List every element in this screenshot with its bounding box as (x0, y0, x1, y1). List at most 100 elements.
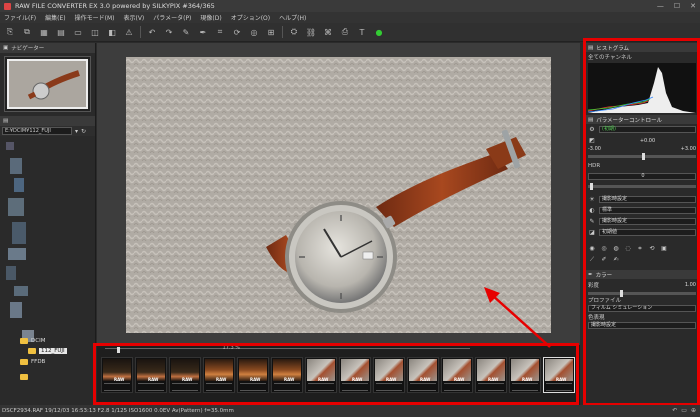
filmstrip-zoom-slider[interactable] (105, 348, 470, 349)
menu-view[interactable]: 表示(V) (123, 13, 144, 22)
minimize-icon[interactable]: — (657, 2, 664, 10)
saturation-slider[interactable] (588, 289, 696, 297)
menu-parameter[interactable]: パラメータ(P) (153, 13, 191, 22)
rotate-tool-icon[interactable]: ⟲ (648, 245, 656, 253)
navigator-preview[interactable] (4, 56, 91, 112)
slider-knob[interactable] (642, 152, 645, 160)
exposure-value[interactable]: +0.00 (599, 138, 696, 144)
wb-dropdown[interactable]: 撮影時設定 (599, 196, 696, 203)
contrast-icon: ◐ (589, 207, 595, 214)
slider-knob[interactable] (590, 182, 594, 190)
menu-develop[interactable]: 現像(D) (200, 13, 221, 22)
batch-icon[interactable]: ⛭ (288, 26, 300, 38)
status-zoom-icon[interactable]: ⊕ (691, 407, 696, 414)
confirm-icon[interactable]: ● (373, 26, 385, 38)
thumbnail[interactable]: RAW (509, 357, 541, 393)
sharpness-dropdown[interactable]: 撮影時設定 (599, 218, 696, 225)
tree-item-112-fuji[interactable]: 112_FUJI (28, 348, 67, 354)
thumbnail[interactable]: RAW (271, 357, 303, 393)
filmstrip-view-icon[interactable]: ▤ (55, 26, 67, 38)
color-header[interactable]: ✒ カラー (584, 270, 700, 279)
exposure-slider[interactable] (588, 152, 696, 160)
thumbnail[interactable]: RAW (373, 357, 405, 393)
thumbnail[interactable]: RAW (543, 357, 575, 393)
distortion-icon[interactable]: ▣ (660, 245, 668, 253)
undo-icon[interactable]: ↶ (146, 26, 158, 38)
preset-dropdown[interactable]: (初期) (599, 126, 696, 133)
redo-icon[interactable]: ↷ (163, 26, 175, 38)
compare-view-icon[interactable]: ◫ (89, 26, 101, 38)
thumbnail[interactable]: RAW (407, 357, 439, 393)
hdr-value[interactable]: 0 (588, 173, 696, 180)
thumbnail[interactable]: RAW (101, 357, 133, 393)
link-icon[interactable]: ⛓ (305, 26, 317, 38)
profile-dropdown[interactable]: フィルム シミュレーション (588, 305, 696, 312)
develop-icon[interactable]: ⌘ (322, 26, 334, 38)
menu-mode[interactable]: 操作モード(M) (75, 13, 115, 22)
dropdown-icon[interactable]: ▾ (75, 128, 78, 135)
single-view-icon[interactable]: ▭ (72, 26, 84, 38)
navigator-header[interactable]: ▣ ナビゲーター (0, 43, 95, 53)
tone-dropdown[interactable]: 標準 (599, 207, 696, 214)
raw-badge: RAW (454, 377, 465, 382)
status-fit-icon[interactable]: ▭ (681, 407, 687, 414)
crop-icon[interactable]: ⌗ (214, 26, 226, 38)
highlight-icon[interactable]: ◌ (624, 245, 632, 253)
spot-icon[interactable]: ◎ (248, 26, 260, 38)
tree-item-dcim[interactable]: DCIM (20, 338, 45, 344)
grid-view-icon[interactable]: ▦ (38, 26, 50, 38)
thumbnail[interactable]: RAW (441, 357, 473, 393)
open-icon[interactable]: ⎘ (4, 26, 16, 38)
left-panel: ▣ ナビゲーター ▤ E:¥DCIM¥112_FUJI ▾ ↻ DCIM 112… (0, 43, 96, 405)
close-icon[interactable]: ✕ (690, 2, 696, 10)
rotate-icon[interactable]: ⟳ (231, 26, 243, 38)
refresh-icon[interactable]: ↻ (81, 128, 86, 135)
status-undo-icon[interactable]: ↶ (672, 407, 677, 414)
wb-row: ☀ 撮影時設定 (584, 194, 700, 205)
warning-icon[interactable]: ⚠ (123, 26, 135, 38)
thumbnail[interactable]: RAW (237, 357, 269, 393)
slider-knob[interactable] (620, 289, 624, 297)
color-icon[interactable]: ◉ (588, 245, 596, 253)
brush-icon[interactable]: ✍ (612, 256, 620, 264)
menu-options[interactable]: オプション(O) (231, 13, 270, 22)
saturation-value[interactable]: 1.00 (685, 282, 696, 288)
tree-item-folder[interactable] (20, 374, 28, 380)
split-view-icon[interactable]: ◧ (106, 26, 118, 38)
crop-tool-icon[interactable]: ⌗ (636, 245, 644, 253)
gear-icon[interactable]: ⚙ (588, 126, 596, 134)
curve-icon[interactable]: ⟋ (588, 256, 596, 264)
thumbnail[interactable]: RAW (203, 357, 235, 393)
hdr-slider[interactable] (588, 182, 696, 190)
histogram-channel[interactable]: 全てのチャンネル (588, 53, 632, 61)
menu-file[interactable]: ファイル(F) (4, 13, 36, 22)
wb-picker-icon[interactable]: ✎ (180, 26, 192, 38)
gray-picker-icon[interactable]: ✒ (197, 26, 209, 38)
thumbnail[interactable]: RAW (339, 357, 371, 393)
stamp-icon[interactable]: ⊞ (265, 26, 277, 38)
window-title: RAW FILE CONVERTER EX 3.0 powered by SIL… (15, 2, 215, 10)
maximize-icon[interactable]: ☐ (674, 2, 680, 10)
colorfx-dropdown[interactable]: 撮影時設定 (588, 322, 696, 329)
lens-icon[interactable]: ◎ (600, 245, 608, 253)
tree-item-ffdb[interactable]: FFDB (20, 359, 45, 365)
parameter-control-header[interactable]: ▤ パラメーターコントロール (584, 115, 700, 124)
filmstrip-slider-knob[interactable] (117, 347, 120, 353)
menu-edit[interactable]: 編集(E) (45, 13, 65, 22)
tone-curve-icon[interactable]: ◍ (612, 245, 620, 253)
thumbnail[interactable]: RAW (135, 357, 167, 393)
navigator-icon: ▣ (3, 45, 9, 51)
path-field[interactable]: E:¥DCIM¥112_FUJI (2, 127, 72, 135)
print-icon[interactable]: ⎙ (339, 26, 351, 38)
folder-header[interactable]: ▤ (0, 116, 95, 126)
histogram-header[interactable]: ▤ ヒストグラム (584, 43, 700, 52)
thumbnail[interactable]: RAW (475, 357, 507, 393)
pen-icon[interactable]: ✐ (600, 256, 608, 264)
thumbnail[interactable]: RAW (305, 357, 337, 393)
raw-badge: RAW (352, 377, 363, 382)
thumbnail[interactable]: RAW (169, 357, 201, 393)
text-icon[interactable]: T (356, 26, 368, 38)
menu-help[interactable]: ヘルプ(H) (279, 13, 306, 22)
noise-dropdown[interactable]: 初期値 (599, 229, 696, 236)
copy-icon[interactable]: ⧉ (21, 26, 33, 38)
